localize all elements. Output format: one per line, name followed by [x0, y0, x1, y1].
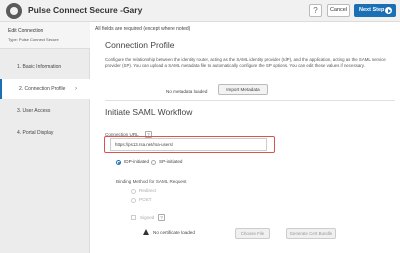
arrow-right-icon	[385, 7, 392, 14]
saml-workflow-heading: Initiate SAML Workflow	[105, 107, 193, 117]
chevron-right-icon: ›	[75, 86, 77, 92]
signed-help-icon[interactable]: ?	[158, 214, 165, 221]
page-title: Pulse Connect Secure -Gary	[28, 5, 143, 15]
idp-initiated-radio[interactable]	[116, 160, 121, 165]
idp-initiated-label: IDP-initiated	[124, 159, 150, 164]
sp-initiated-label: SP-initiated	[159, 159, 183, 164]
post-label: POST	[139, 197, 152, 202]
post-radio[interactable]	[131, 198, 136, 203]
signed-label: Signed	[140, 215, 155, 220]
sidebar: Edit Connection Type: Pulse Connect Secu…	[0, 22, 90, 253]
sp-initiated-radio[interactable]	[151, 160, 156, 165]
sidebar-item-label: 1. Basic Information	[17, 64, 62, 70]
import-metadata-button[interactable]: Import Metadata	[218, 84, 268, 95]
sidebar-item-user-access[interactable]: 3. User Access	[0, 101, 90, 121]
section-divider	[105, 100, 395, 101]
main-content: All fields are required (except where no…	[91, 22, 400, 253]
signed-checkbox[interactable]	[131, 215, 136, 220]
connection-profile-heading: Connection Profile	[105, 40, 175, 50]
redirect-label: Redirect	[139, 188, 157, 193]
help-button[interactable]: ?	[309, 4, 322, 17]
metadata-status: No metadata loaded	[166, 89, 208, 94]
binding-method-label: Binding Method for SAML Request	[116, 179, 187, 184]
warning-icon	[143, 229, 149, 235]
connection-profile-description: Configure the relationship between the i…	[105, 57, 386, 68]
next-step-button[interactable]: Next Step	[354, 4, 396, 17]
choose-file-button[interactable]: Choose File	[235, 228, 270, 239]
sidebar-header: Edit Connection Type: Pulse Connect Secu…	[0, 22, 90, 49]
sidebar-item-label: 3. User Access	[17, 108, 51, 114]
generate-cert-bundle-button[interactable]: Generate Cert Bundle	[286, 228, 336, 239]
sidebar-item-portal-display[interactable]: 4. Portal Display	[0, 123, 90, 143]
header-bar: Pulse Connect Secure -Gary ? Cancel Next…	[0, 0, 400, 22]
certificate-status: No certificate loaded	[153, 230, 195, 235]
required-note: All fields are required (except where no…	[95, 26, 191, 32]
redirect-radio[interactable]	[131, 189, 136, 194]
sidebar-item-connection-profile[interactable]: 2. Connection Profile ›	[0, 79, 90, 99]
sidebar-title: Edit Connection	[8, 28, 44, 34]
sidebar-item-label: 4. Portal Display	[17, 130, 54, 136]
sidebar-item-basic-information[interactable]: 1. Basic Information	[0, 57, 90, 77]
next-step-label: Next Step	[359, 7, 385, 13]
highlight-box	[104, 136, 275, 153]
sidebar-item-label: 2. Connection Profile	[19, 86, 66, 92]
connection-type: Type: Pulse Connect Secure	[8, 37, 59, 42]
cancel-button[interactable]: Cancel	[327, 4, 350, 17]
app-logo-icon	[6, 3, 22, 19]
